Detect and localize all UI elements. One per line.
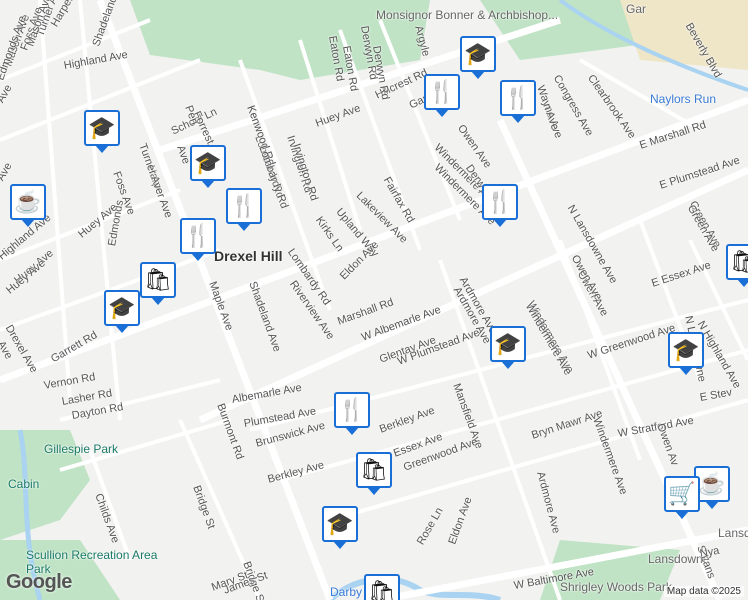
map-attribution[interactable]: Map data ©2025 <box>663 586 744 597</box>
restaurant-marker[interactable]: 🍴 <box>424 74 460 117</box>
cafe-icon: ☕ <box>14 189 42 214</box>
school-marker[interactable]: 🎓 <box>322 506 358 549</box>
gillespie-park-label: Gillespie Park <box>44 442 119 456</box>
restaurant-marker[interactable]: 🍴 <box>500 80 536 123</box>
shopping-icon: 🛍 <box>730 249 748 274</box>
restaurant-icon: 🍴 <box>338 397 366 422</box>
shopping-marker[interactable]: 🛍 <box>726 244 748 287</box>
restaurant-icon: 🍴 <box>504 85 532 110</box>
school-icon: 🎓 <box>672 337 700 362</box>
restaurant-icon: 🍴 <box>184 223 212 248</box>
school-marker[interactable]: 🎓 <box>668 332 704 375</box>
map-canvas[interactable]: Drexel Hill Monsignor Bonner & Archbisho… <box>0 0 748 600</box>
shrigley-label: Shrigley Woods Park <box>560 580 672 594</box>
school-icon: 🎓 <box>194 150 222 175</box>
school-icon: 🎓 <box>464 41 492 66</box>
school-marker[interactable]: 🎓 <box>460 36 496 79</box>
shopping-icon: 🛍 <box>368 579 396 600</box>
restaurant-icon: 🍴 <box>428 79 456 104</box>
school-marker[interactable]: 🎓 <box>84 110 120 153</box>
gar-label: Gar <box>626 2 647 16</box>
creek-label: Naylors Run <box>650 92 717 106</box>
school-marker[interactable]: 🎓 <box>490 326 526 369</box>
school-icon: 🎓 <box>88 115 116 140</box>
town-label: Drexel Hill <box>214 248 283 264</box>
restaurant-marker[interactable]: 🍴 <box>226 188 262 231</box>
cafe-icon: ☕ <box>698 471 726 496</box>
restaurant-marker[interactable]: 🍴 <box>482 184 518 227</box>
lansdowne-short-label: Lansdowne <box>718 526 748 540</box>
school-icon: 🎓 <box>494 331 522 356</box>
restaurant-marker[interactable]: 🍴 <box>334 392 370 435</box>
cafe-marker[interactable]: ☕ <box>10 184 46 227</box>
shopping-marker[interactable]: 🛍 <box>140 262 176 305</box>
school-label: Monsignor Bonner & Archbishop... <box>376 8 559 22</box>
shopping-icon: 🛍 <box>360 457 388 482</box>
school-icon: 🎓 <box>108 295 136 320</box>
school-marker[interactable]: 🎓 <box>104 290 140 333</box>
grocery-marker[interactable]: 🛒 <box>664 476 700 519</box>
shopping-icon: 🛍 <box>144 267 172 292</box>
grocery-icon: 🛒 <box>668 481 696 506</box>
restaurant-icon: 🍴 <box>486 189 514 214</box>
google-logo: Google <box>6 571 72 593</box>
school-icon: 🎓 <box>326 511 354 536</box>
restaurant-icon: 🍴 <box>230 193 258 218</box>
shopping-marker[interactable]: 🛍 <box>356 452 392 495</box>
shopping-marker[interactable]: 🛍 <box>364 574 400 600</box>
cabin-label: Cabin <box>8 477 40 491</box>
school-marker[interactable]: 🎓 <box>190 145 226 188</box>
restaurant-marker[interactable]: 🍴 <box>180 218 216 261</box>
